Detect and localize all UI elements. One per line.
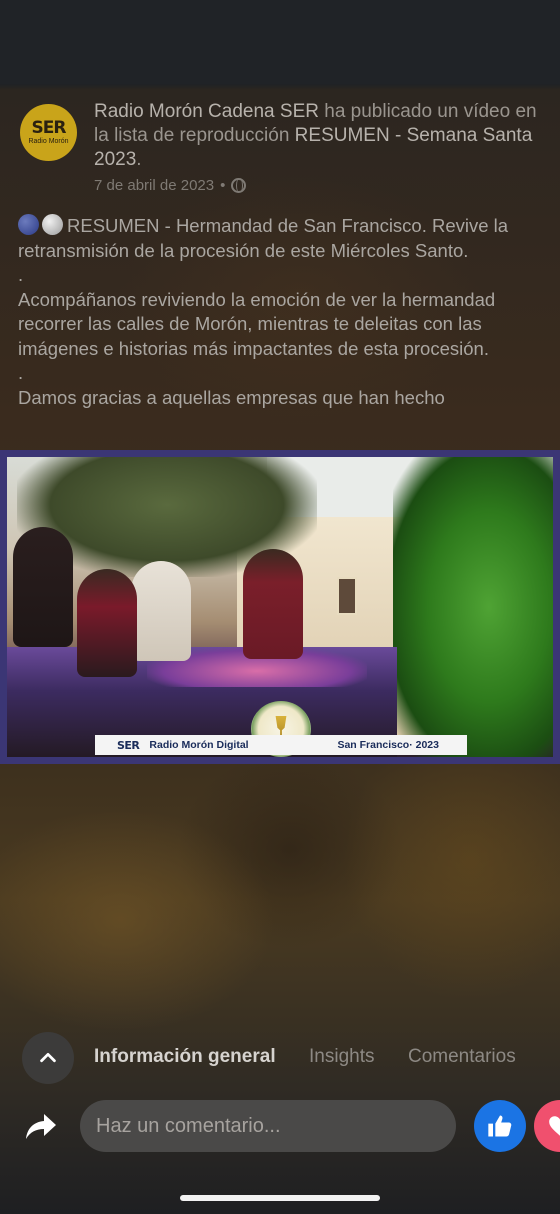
collapse-button[interactable] — [22, 1032, 74, 1084]
globe-icon — [231, 178, 247, 193]
header-period: . — [136, 149, 142, 170]
white-circle-icon — [42, 214, 63, 235]
status-bar — [0, 0, 560, 84]
share-icon[interactable] — [24, 1110, 58, 1142]
tab-insights[interactable]: Insights — [309, 1046, 374, 1068]
video-figure — [13, 527, 73, 647]
tab-bar: Información general Insights Comentarios — [22, 1032, 560, 1084]
home-indicator — [180, 1195, 380, 1201]
body-dot-2: . — [18, 362, 24, 383]
video-banner: SER Radio Morón Digital San Francisco· 2… — [95, 735, 467, 755]
heart-icon — [549, 1116, 560, 1136]
post-date[interactable]: 7 de abril de 2023 — [94, 177, 214, 194]
love-button[interactable] — [534, 1100, 560, 1152]
banner-channel: Radio Morón Digital — [149, 739, 249, 751]
body-paragraph-3: Damos gracias a aquellas empresas que ha… — [18, 386, 445, 408]
avatar-logo-sub: Radio Morón — [28, 137, 69, 145]
tab-comentarios[interactable]: Comentarios — [408, 1046, 516, 1068]
body-dot-1: . — [18, 264, 24, 285]
video-tree-right — [393, 457, 553, 757]
meta-separator: • — [220, 177, 226, 194]
avatar-logo-main: SER — [31, 117, 67, 138]
video-figure — [131, 561, 191, 661]
post-meta: 7 de abril de 2023 • — [94, 177, 247, 194]
thumbs-up-icon — [488, 1115, 512, 1137]
video-figure — [77, 569, 137, 677]
tab-informacion-general[interactable]: Información general — [94, 1046, 276, 1068]
like-button[interactable] — [474, 1100, 526, 1152]
blue-circle-icon — [18, 214, 39, 235]
comment-input[interactable]: Haz un comentario... — [80, 1100, 456, 1152]
banner-event: San Francisco· 2023 — [337, 739, 439, 751]
video-player[interactable]: SER Radio Morón Digital San Francisco· 2… — [0, 450, 560, 764]
body-paragraph-1: RESUMEN - Hermandad de San Francisco. Re… — [18, 214, 548, 263]
building-window — [337, 577, 357, 615]
post-body: RESUMEN - Hermandad de San Francisco. Re… — [18, 214, 548, 410]
chevron-up-icon — [40, 1052, 56, 1063]
video-frame[interactable]: SER Radio Morón Digital San Francisco· 2… — [7, 457, 553, 757]
banner-logo: SER — [117, 738, 140, 752]
emoji-dots — [18, 214, 63, 235]
post-header: SER Radio Morón Radio Morón Cadena SER h… — [20, 100, 540, 200]
comment-composer: Haz un comentario... — [0, 1098, 560, 1154]
post-header-text: Radio Morón Cadena SER ha publicado un v… — [94, 100, 544, 172]
body-paragraph-2: Acompáñanos reviviendo la emoción de ver… — [18, 288, 496, 359]
video-figure — [243, 549, 303, 659]
author-name[interactable]: Radio Morón Cadena SER — [94, 101, 319, 122]
body-line-1: RESUMEN - Hermandad de San Francisco. Re… — [18, 215, 509, 261]
page-avatar[interactable]: SER Radio Morón — [20, 104, 77, 161]
